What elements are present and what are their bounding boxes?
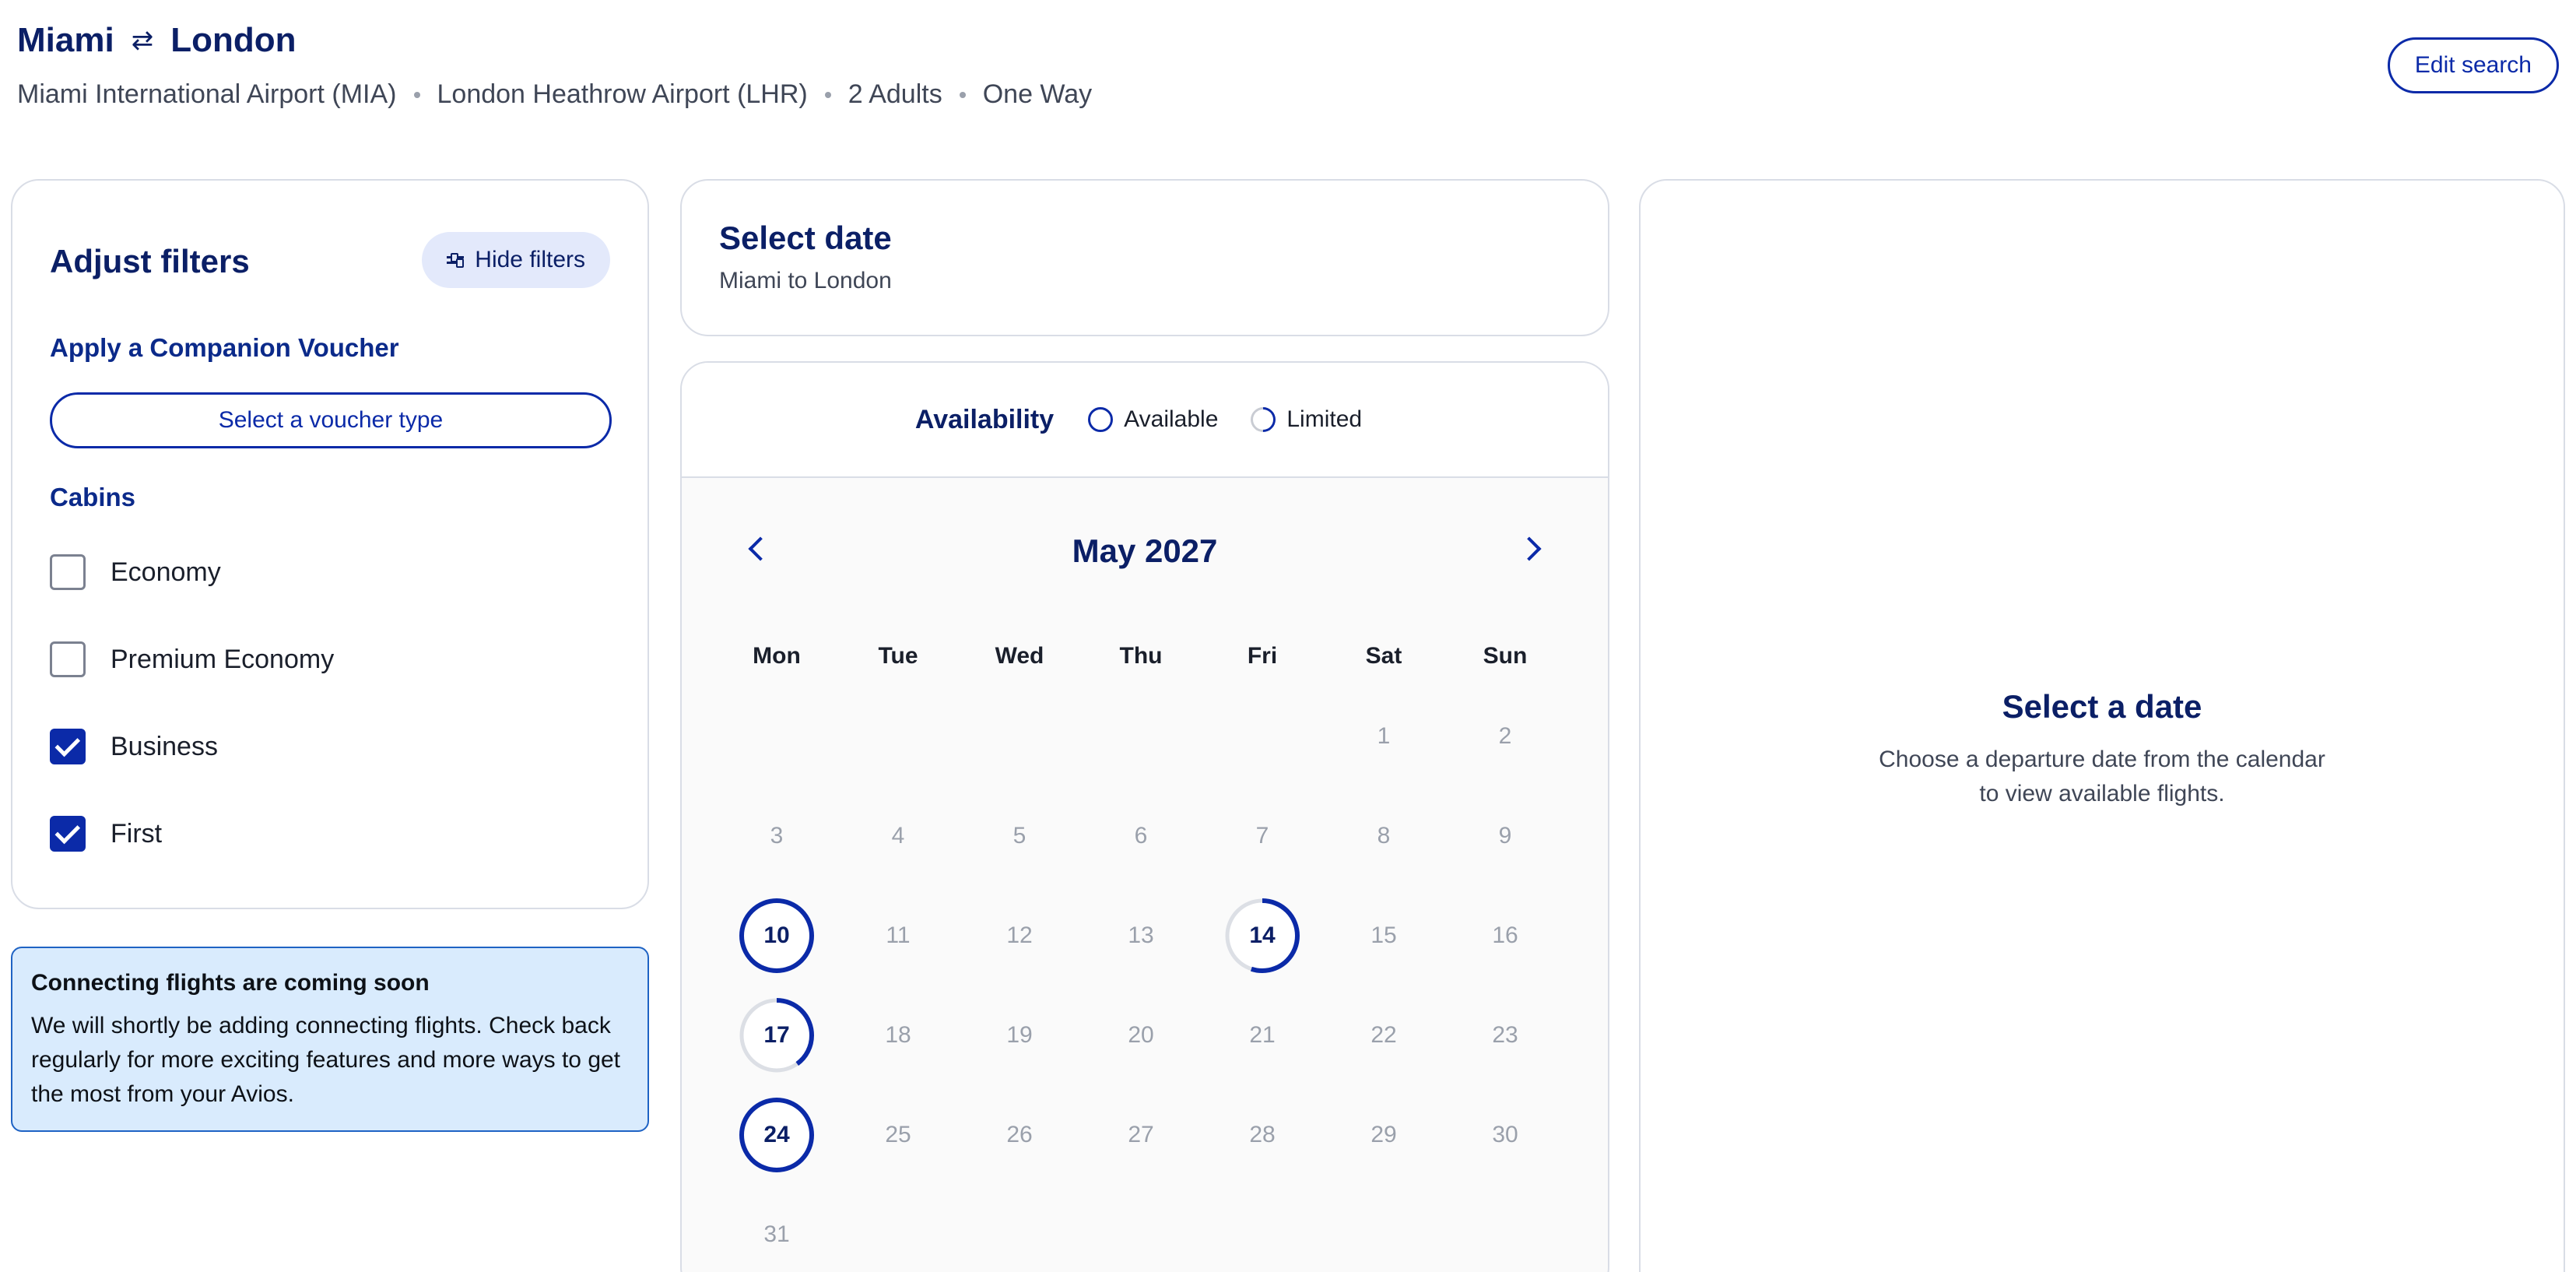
- sliders-icon: [447, 252, 465, 268]
- economy-checkbox[interactable]: [50, 554, 86, 590]
- cabin-label: Business: [111, 731, 218, 761]
- availability-legend: Availability Available Limited: [682, 363, 1608, 478]
- calendar-day[interactable]: 17: [738, 996, 816, 1074]
- select-date-title: Select date: [719, 220, 892, 256]
- weekday-wed: Wed: [995, 643, 1044, 669]
- swap-icon: ⇄: [131, 26, 154, 55]
- weekday-fri: Fri: [1247, 643, 1278, 669]
- calendar-day: 3: [770, 823, 784, 849]
- calendar-day: 1: [1377, 723, 1391, 749]
- hide-filters-button[interactable]: Hide filters: [422, 232, 610, 288]
- empty-state-line-2: to view available flights.: [1979, 781, 2225, 806]
- limited-ring-icon: [1245, 402, 1282, 437]
- cabin-option-business[interactable]: Business: [50, 727, 218, 766]
- calendar-day: 11: [886, 922, 911, 948]
- availability-label: Availability: [914, 404, 1055, 434]
- route-subtitle: Miami to London: [719, 268, 892, 293]
- cabin-label: First: [111, 818, 163, 849]
- calendar-day: 21: [1249, 1022, 1276, 1048]
- select-voucher-button[interactable]: Select a voucher type: [50, 392, 612, 448]
- calendar-day: 6: [1134, 823, 1148, 849]
- separator-dot: [824, 91, 831, 98]
- cabin-label: Premium Economy: [111, 644, 335, 674]
- legend-limited: Limited: [1245, 402, 1363, 437]
- flight-results-panel: Select a date Choose a departure date fr…: [1639, 179, 2565, 1272]
- first-checkbox[interactable]: [50, 816, 86, 852]
- cabins-section-title: Cabins: [50, 483, 136, 511]
- calendar-day[interactable]: 10: [738, 897, 816, 975]
- weekday-mon: Mon: [753, 643, 801, 669]
- cabin-label: Economy: [111, 557, 221, 587]
- cabin-option-first[interactable]: First: [50, 814, 162, 853]
- calendar-day: 16: [1492, 922, 1518, 948]
- calendar-day: 9: [1498, 823, 1512, 849]
- select-date-card: Select date Miami to London: [680, 179, 1609, 336]
- calendar-day: 8: [1377, 823, 1391, 849]
- calendar-day: 19: [1006, 1022, 1033, 1048]
- separator-dot: [413, 91, 420, 98]
- legend-available: Available: [1088, 406, 1218, 433]
- premium-economy-checkbox[interactable]: [50, 641, 86, 677]
- connecting-flights-notice: Connecting flights are coming soon We wi…: [11, 947, 649, 1132]
- legend-limited-label: Limited: [1286, 406, 1363, 432]
- empty-state-title: Select a date: [2002, 688, 2202, 725]
- legend-available-label: Available: [1124, 406, 1219, 432]
- calendar-day: 26: [1006, 1122, 1033, 1147]
- trip-type: One Way: [982, 79, 1093, 109]
- calendar-day: 2: [1498, 723, 1512, 749]
- filters-title: Adjust filters: [50, 243, 250, 279]
- calendar-day: 15: [1370, 922, 1397, 948]
- available-ring-icon: [1088, 407, 1114, 432]
- calendar-day: 25: [885, 1122, 911, 1147]
- empty-state-line-1: Choose a departure date from the calenda…: [1879, 747, 2325, 772]
- empty-state-message: Choose a departure date from the calenda…: [1641, 743, 2564, 811]
- weekday-tue: Tue: [878, 643, 918, 669]
- edit-search-button[interactable]: Edit search: [2387, 37, 2559, 93]
- origin-city: Miami: [17, 21, 114, 59]
- cabin-option-premium-economy[interactable]: Premium Economy: [50, 640, 334, 679]
- calendar-day: 22: [1370, 1022, 1397, 1048]
- calendar-day[interactable]: 14: [1223, 897, 1301, 975]
- calendar-day[interactable]: 24: [738, 1096, 816, 1174]
- calendar-day: 7: [1255, 823, 1269, 849]
- calendar-day: 30: [1492, 1122, 1518, 1147]
- weekday-thu: Thu: [1119, 643, 1163, 669]
- calendar-day: 18: [885, 1022, 911, 1048]
- calendar-day: 28: [1249, 1122, 1276, 1147]
- calendar-day: 4: [891, 823, 905, 849]
- voucher-section-title: Apply a Companion Voucher: [50, 333, 399, 362]
- search-summary-header: Miami ⇄ London Miami International Airpo…: [17, 17, 2559, 118]
- notice-title: Connecting flights are coming soon: [31, 970, 430, 996]
- separator-dot: [959, 91, 966, 98]
- calendar-day: 27: [1128, 1122, 1154, 1147]
- filters-panel: Adjust filters Hide filters Apply a Comp…: [11, 179, 649, 909]
- route-title: Miami ⇄ London: [17, 17, 2559, 64]
- calendar-day: 20: [1128, 1022, 1154, 1048]
- calendar-day: 31: [763, 1221, 790, 1247]
- business-checkbox[interactable]: [50, 729, 86, 764]
- destination-city: London: [170, 21, 297, 59]
- month-title: May 2027: [1072, 532, 1218, 569]
- calendar-day: 23: [1492, 1022, 1518, 1048]
- calendar-day: 13: [1128, 922, 1154, 948]
- calendar-card: Availability Available Limited May 2027 …: [680, 361, 1609, 1272]
- weekday-sun: Sun: [1483, 643, 1528, 669]
- passenger-count: 2 Adults: [848, 79, 942, 109]
- search-meta: Miami International Airport (MIA) London…: [17, 79, 2559, 110]
- calendar-day: 12: [1006, 922, 1033, 948]
- notice-body: We will shortly be adding connecting fli…: [31, 1013, 621, 1107]
- destination-airport: London Heathrow Airport (LHR): [437, 79, 808, 109]
- origin-airport: Miami International Airport (MIA): [17, 79, 397, 109]
- month-navigation: May 2027: [682, 532, 1608, 579]
- cabin-option-economy[interactable]: Economy: [50, 553, 221, 592]
- weekday-sat: Sat: [1365, 643, 1402, 669]
- hide-filters-label: Hide filters: [475, 247, 585, 272]
- calendar-day: 29: [1370, 1122, 1397, 1147]
- calendar-day: 5: [1013, 823, 1027, 849]
